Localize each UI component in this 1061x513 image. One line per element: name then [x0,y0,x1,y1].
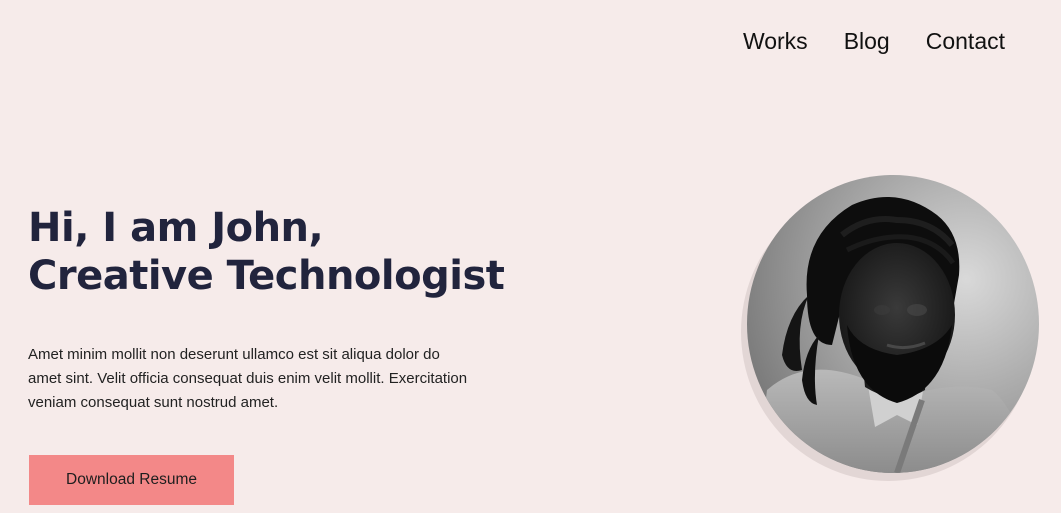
hero-description-line-3: veniam consequat sunt nostrud amet. [28,394,279,411]
page: Works Blog Contact Hi, I am John, Creati… [0,0,1061,513]
hero-title-line-2: Creative Technologist [28,253,505,299]
top-nav: Works Blog Contact [743,26,1005,56]
hero-title-line-1: Hi, I am John, [28,205,324,251]
hero-description-line-1: Amet minim mollit non deserunt ullamco e… [28,346,440,363]
hero-description-line-2: amet sint. Velit officia consequat duis … [28,370,468,387]
hero-title: Hi, I am John, Creative Technologist [28,204,505,300]
nav-link-contact[interactable]: Contact [926,26,1005,56]
nav-link-blog[interactable]: Blog [844,26,890,56]
download-resume-button[interactable]: Download Resume [29,455,234,505]
portrait-photo-icon [747,175,1039,473]
hero-description: Amet minim mollit non deserunt ullamco e… [28,343,528,415]
nav-link-works[interactable]: Works [743,26,808,56]
avatar [747,175,1039,473]
